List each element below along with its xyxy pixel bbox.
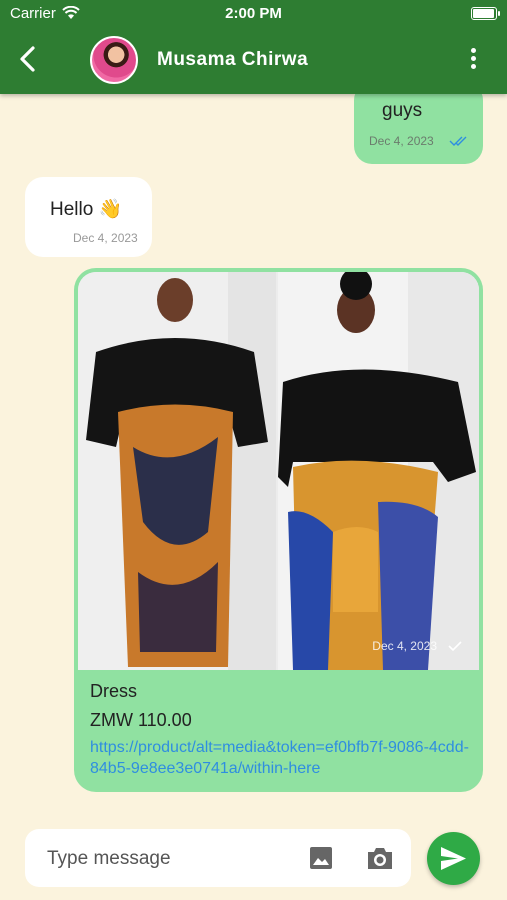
outgoing-message[interactable]: guys Dec 4, 2023 [354, 82, 483, 164]
product-message[interactable]: Dec 4, 2023 Dress ZMW 110.00 https://pro… [74, 268, 483, 792]
send-icon [441, 847, 466, 870]
check-icon [448, 641, 462, 652]
image-icon[interactable] [309, 846, 333, 870]
double-check-icon [449, 136, 467, 146]
back-arrow-icon[interactable] [14, 44, 44, 74]
battery-fill [473, 9, 494, 18]
product-photo[interactable] [78, 272, 479, 670]
message-composer[interactable]: Type message [25, 829, 411, 887]
status-time: 2:00 PM [225, 5, 282, 22]
message-time: Dec 4, 2023 [73, 231, 138, 245]
send-button[interactable] [427, 832, 480, 885]
message-time: Dec 4, 2023 [372, 639, 437, 653]
product-title: Dress [90, 681, 138, 701]
message-time: Dec 4, 2023 [369, 134, 434, 148]
product-price: ZMW 110.00 [90, 710, 192, 730]
camera-icon[interactable] [366, 845, 394, 871]
more-vert-icon[interactable] [471, 48, 477, 72]
battery-icon [471, 7, 500, 20]
contact-name[interactable]: Musama Chirwa [157, 49, 308, 71]
message-text: Hello 👋 [50, 199, 123, 220]
status-bar: Carrier 2:00 PM [0, 0, 507, 28]
product-link[interactable]: https://product/alt=media&token=ef0bfb7f… [90, 737, 475, 779]
contact-avatar[interactable] [90, 36, 138, 84]
app-header: Carrier 2:00 PM Musama Chirwa [0, 0, 507, 94]
message-text: guys [382, 100, 423, 121]
message-input[interactable]: Type message [47, 848, 171, 870]
incoming-message[interactable]: Hello 👋 Dec 4, 2023 [25, 177, 152, 257]
